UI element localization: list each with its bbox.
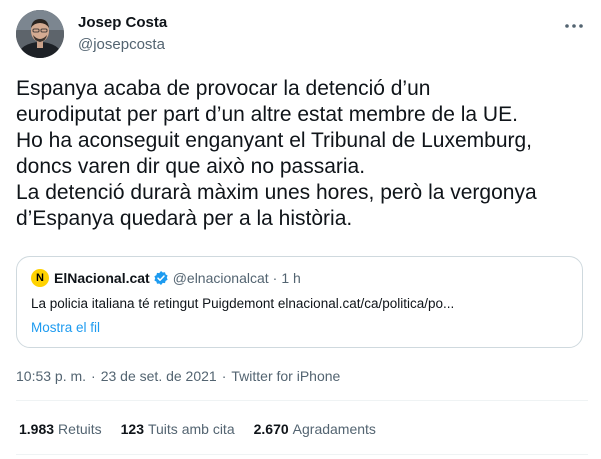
quoted-tweet-card[interactable]: N ElNacional.cat @elnacionalcat · 1 h La… (16, 256, 583, 348)
quoted-tweet-header: N ElNacional.cat @elnacionalcat · 1 h (31, 269, 301, 287)
quoted-account-name[interactable]: ElNacional.cat (54, 269, 150, 287)
tweet-line: eurodiputat per part d’un altre estat me… (16, 103, 518, 126)
retweets-label: Retuits (58, 421, 102, 437)
tweet-stats: 1.983 Retuits 123 Tuits amb cita 2.670 Agra… (19, 420, 395, 438)
avatar-image (16, 10, 64, 58)
quoted-account-logo[interactable]: N (31, 269, 49, 287)
likes-label: Agradaments (292, 421, 376, 437)
tweet-line: Espanya acaba de provocar la detenció d’… (16, 77, 431, 100)
tweet-line: d’Espanya quedarà per a la història. (16, 207, 353, 230)
tweet-line: La detenció durarà màxim unes hores, per… (16, 181, 537, 204)
tweet-source[interactable]: Twitter for iPhone (231, 368, 340, 384)
retweets-stat[interactable]: 1.983 Retuits (19, 420, 102, 438)
author-avatar[interactable] (16, 10, 64, 58)
author-block: Josep Costa @josepcosta (78, 13, 167, 55)
likes-count: 2.670 (253, 421, 289, 437)
quote-tweets-count: 123 (120, 421, 144, 437)
likes-stat[interactable]: 2.670 Agradaments (254, 420, 376, 438)
author-name[interactable]: Josep Costa (78, 13, 167, 33)
divider (16, 454, 588, 455)
quote-tweets-stat[interactable]: 123 Tuits amb cita (121, 420, 235, 438)
quoted-tweet-text: La policia italiana té retingut Puigdemo… (31, 296, 455, 311)
tweet-line: doncs varen dir que això no passaria. (16, 155, 366, 178)
more-options-button[interactable] (558, 14, 590, 38)
tweet-date[interactable]: 23 de set. de 2021 (101, 368, 217, 384)
divider (16, 400, 588, 401)
quote-tweets-label: Tuits amb cita (147, 421, 235, 437)
logo-letter: N (36, 272, 44, 284)
separator-dot: · (221, 368, 227, 384)
quoted-tweet-time[interactable]: 1 h (281, 269, 300, 287)
author-handle[interactable]: @josepcosta (78, 35, 167, 55)
tweet-metadata: 10:53 p. m. · 23 de set. de 2021 · Twitter f… (16, 367, 340, 385)
separator-dot: · (91, 368, 96, 384)
more-horizontal-icon (565, 24, 583, 28)
tweet-time[interactable]: 10:53 p. m. (16, 368, 86, 384)
retweets-count: 1.983 (19, 421, 55, 437)
quoted-account-handle: @elnacionalcat (172, 270, 269, 286)
tweet-text: Espanya acaba de provocar la detenció d’… (16, 76, 588, 232)
verified-badge-icon (153, 270, 169, 286)
show-thread-link[interactable]: Mostra el fil (31, 319, 100, 337)
tweet-line: Ho ha aconseguit enganyant el Tribunal d… (16, 129, 533, 152)
separator-dot: · (272, 270, 278, 286)
